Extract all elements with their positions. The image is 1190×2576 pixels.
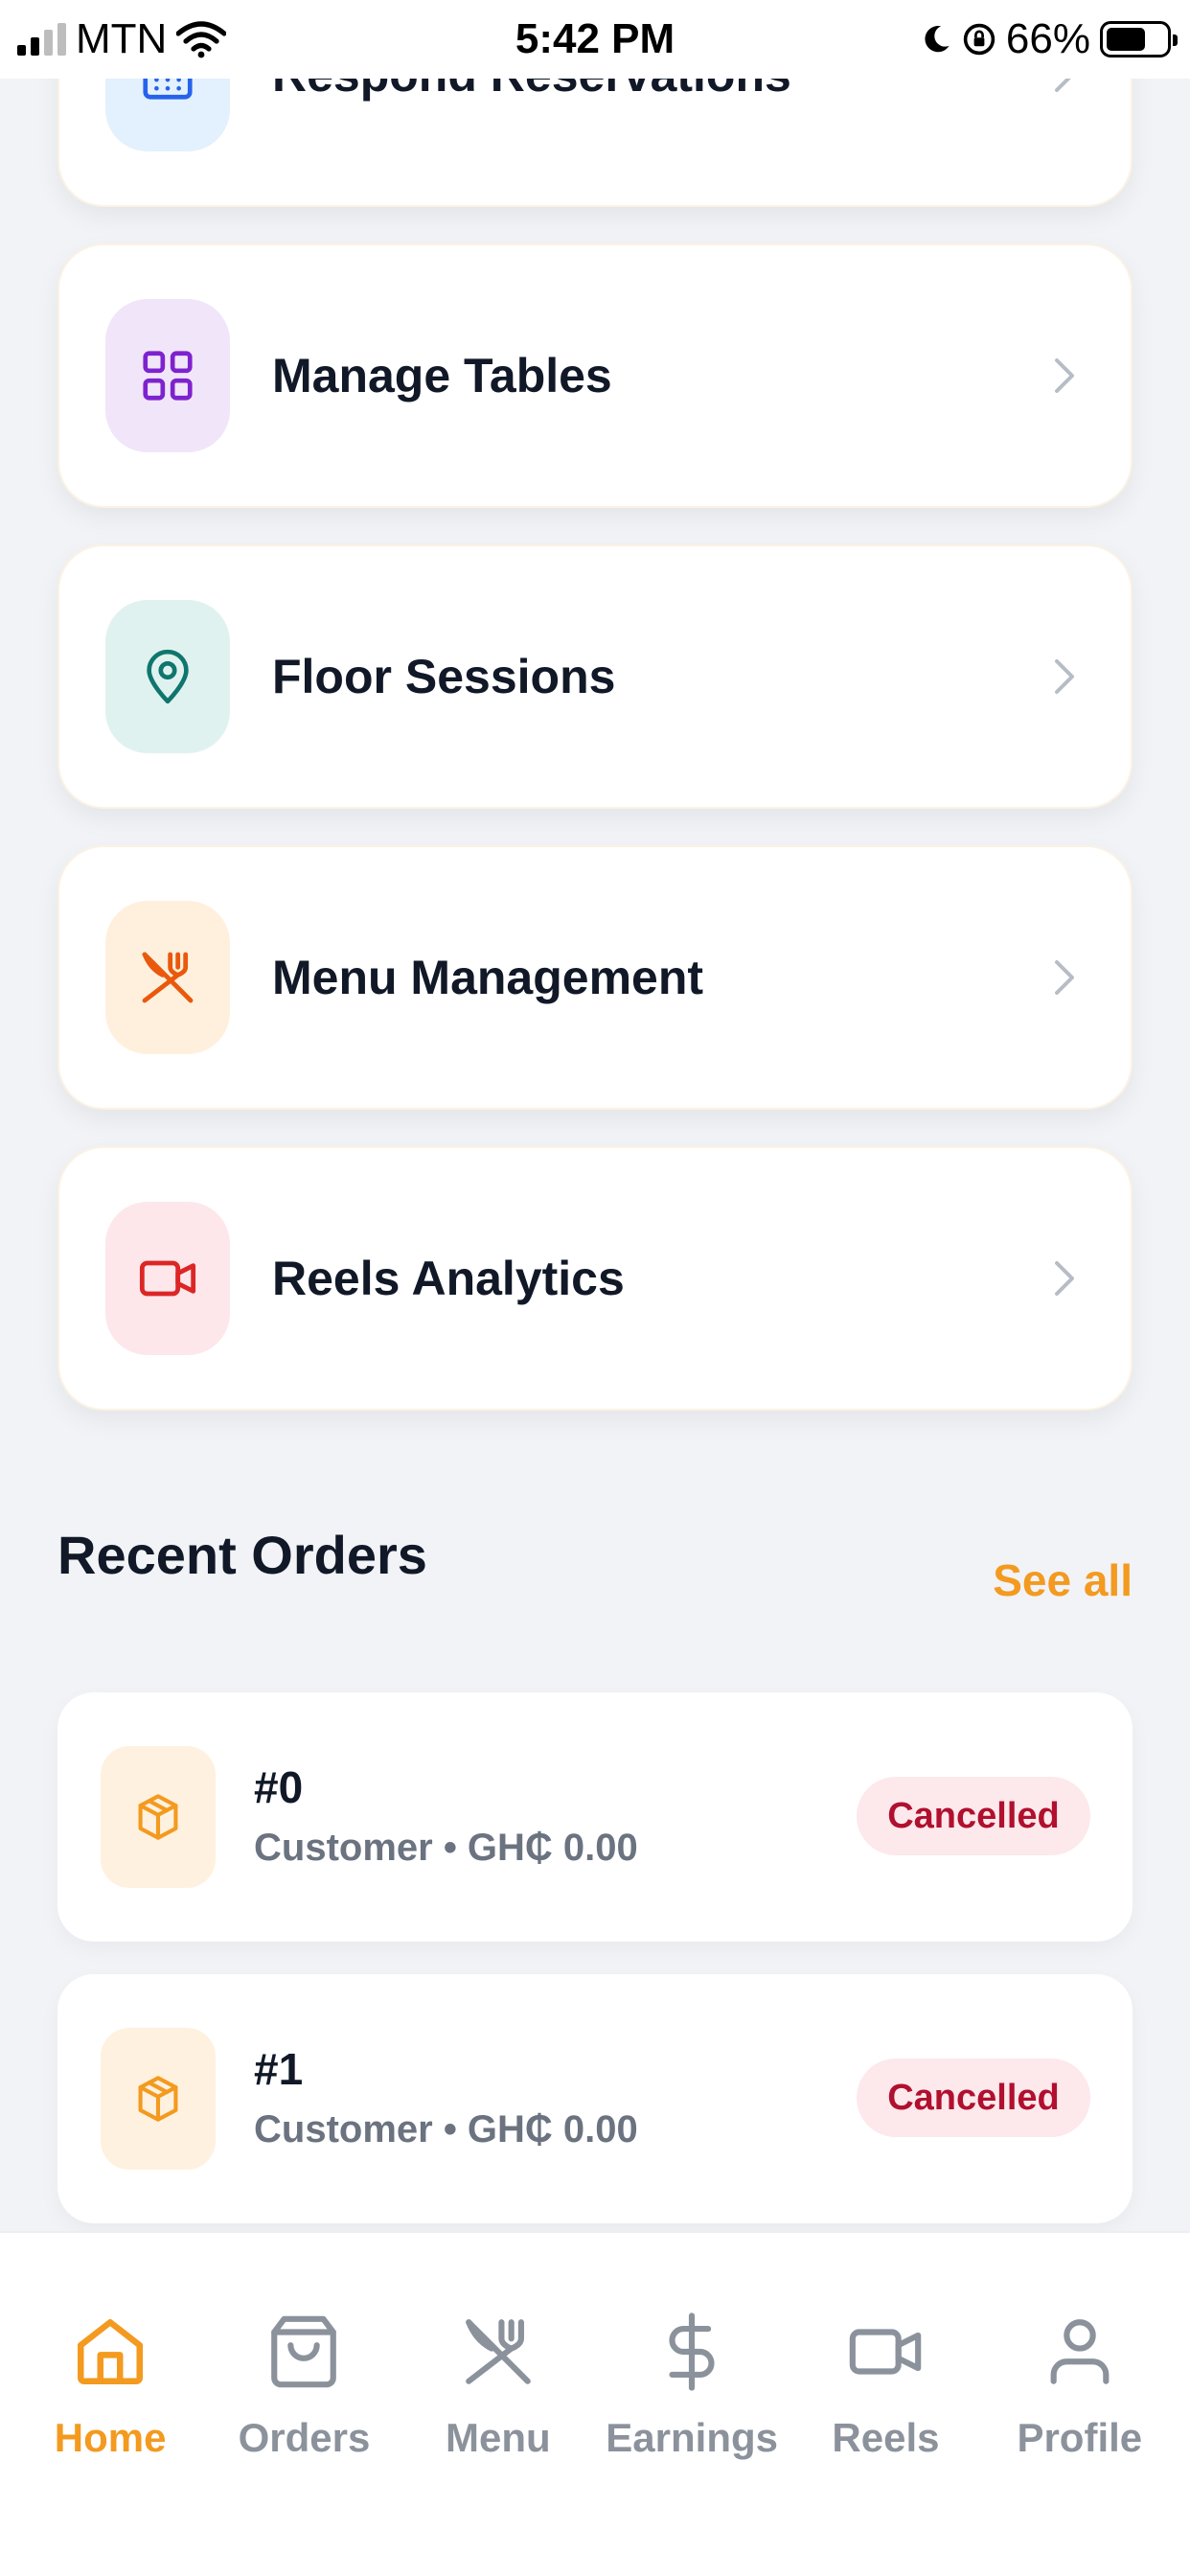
nav-item-profile[interactable]: Profile	[986, 2233, 1174, 2576]
shopping-bag-icon	[260, 2308, 348, 2396]
see-all-link[interactable]: See all	[993, 1554, 1133, 1606]
battery-percent: 66%	[1005, 15, 1090, 62]
moon-icon	[925, 26, 950, 53]
recent-orders-title: Recent Orders	[57, 1525, 427, 1585]
orientation-lock-icon	[963, 23, 995, 56]
nav-label: Reels	[832, 2415, 940, 2460]
nav-label: Profile	[1017, 2415, 1143, 2460]
video-icon	[841, 2308, 929, 2396]
cellular-signal-icon	[17, 23, 66, 56]
nav-label: Menu	[445, 2415, 551, 2460]
order-meta: Customer • GH₵ 0.00	[254, 1827, 638, 1869]
menu-label: Manage Tables	[272, 349, 612, 402]
nav-label: Earnings	[606, 2415, 778, 2460]
nav-item-orders[interactable]: Orders	[210, 2233, 398, 2576]
chevron-right-icon	[1055, 960, 1074, 995]
grid-icon	[143, 351, 193, 401]
chevron-right-icon	[1055, 1261, 1074, 1296]
menu-card-manage-tables[interactable]: Manage Tables	[57, 243, 1133, 508]
menu-label: Menu Management	[272, 951, 704, 1004]
nav-item-reels[interactable]: Reels	[791, 2233, 979, 2576]
status-badge: Cancelled	[857, 1777, 1090, 1855]
menu-label: Floor Sessions	[272, 650, 616, 703]
menu-card-menu-management[interactable]: Menu Management	[57, 845, 1133, 1110]
order-id: #0	[254, 1762, 304, 1812]
menu-label: Reels Analytics	[272, 1252, 625, 1305]
status-right: 66%	[920, 15, 1178, 63]
package-icon	[138, 1794, 178, 1840]
nav-item-menu[interactable]: Menu	[404, 2233, 592, 2576]
order-id: #1	[254, 2044, 304, 2094]
menu-icon-container	[105, 901, 230, 1054]
utensils-icon	[454, 2308, 542, 2396]
utensils-icon	[142, 952, 194, 1003]
nav-item-earnings[interactable]: Earnings	[598, 2233, 786, 2576]
bottom-navigation: Home Orders Menu Earnings Reels Profile	[0, 2231, 1190, 2576]
order-icon-container	[101, 1746, 216, 1888]
chevron-right-icon	[1055, 659, 1074, 694]
order-icon-container	[101, 2028, 216, 2170]
home-icon	[66, 2308, 154, 2396]
status-left: MTN	[17, 15, 227, 63]
menu-icon-container	[105, 1202, 230, 1355]
chevron-right-icon	[1055, 358, 1074, 393]
order-card[interactable]: #0 Customer • GH₵ 0.00 Cancelled	[57, 1692, 1133, 1942]
menu-card-floor-sessions[interactable]: Floor Sessions	[57, 544, 1133, 809]
order-card[interactable]: #1 Customer • GH₵ 0.00 Cancelled	[57, 1974, 1133, 2223]
nav-label: Orders	[238, 2415, 371, 2460]
wifi-icon	[176, 21, 227, 58]
video-icon	[139, 1260, 196, 1297]
dollar-icon	[648, 2308, 736, 2396]
menu-icon-container	[105, 600, 230, 753]
status-badge: Cancelled	[857, 2058, 1090, 2137]
carrier-name: MTN	[76, 15, 168, 62]
nav-item-home[interactable]: Home	[16, 2233, 204, 2576]
package-icon	[138, 2076, 178, 2122]
nav-label: Home	[54, 2415, 167, 2460]
map-pin-icon	[147, 649, 189, 704]
battery-icon	[1100, 21, 1178, 58]
order-meta: Customer • GH₵ 0.00	[254, 2108, 638, 2150]
user-icon	[1036, 2308, 1124, 2396]
menu-card-reels-analytics[interactable]: Reels Analytics	[57, 1146, 1133, 1411]
menu-icon-container	[105, 299, 230, 452]
status-bar: MTN 5:42 PM 66%	[0, 0, 1190, 79]
